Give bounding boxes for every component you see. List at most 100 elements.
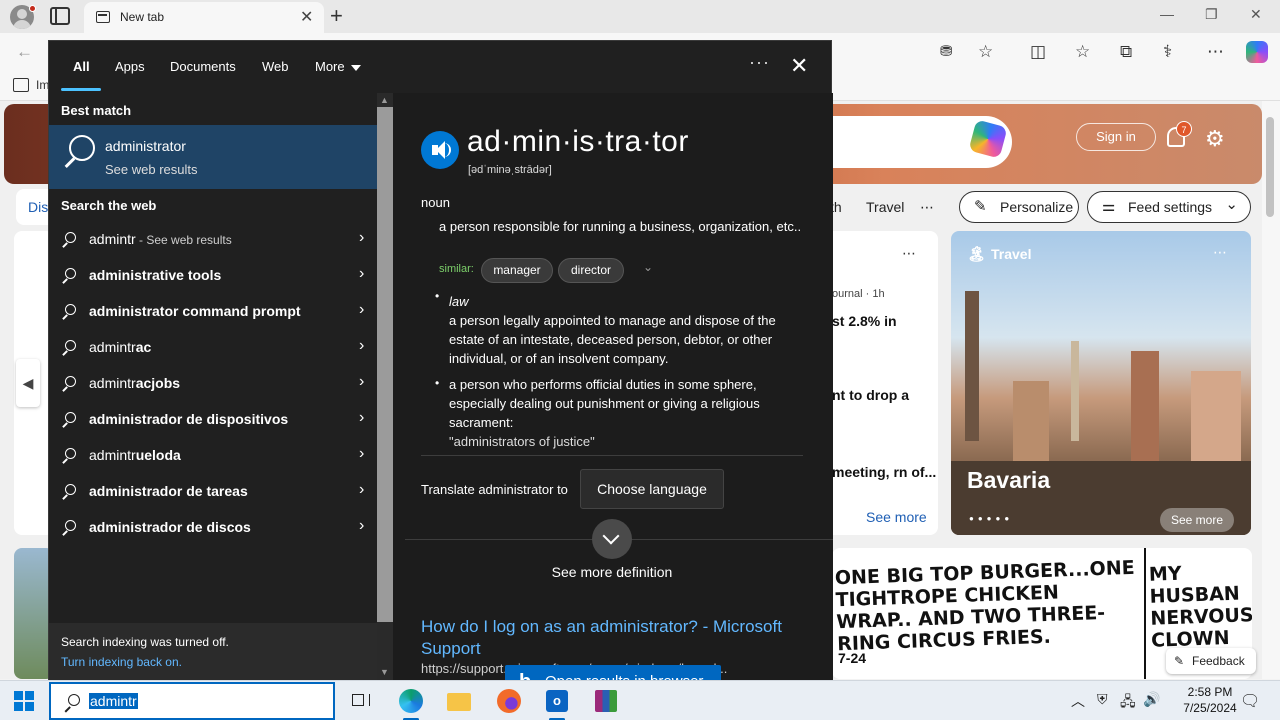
- page-settings-gear-icon[interactable]: ⚙: [1205, 126, 1225, 152]
- tab-new-tab[interactable]: New tab ✕: [84, 2, 324, 33]
- travel-icon: 🏝: [967, 246, 987, 263]
- network-icon[interactable]: 🖧: [1120, 691, 1136, 715]
- close-panel-icon[interactable]: ✕: [790, 53, 808, 79]
- settings-more-icon[interactable]: ⋯: [1207, 42, 1224, 62]
- news-card[interactable]: ⋯ ournal · 1h st 2.8% in nt to drop a me…: [826, 231, 938, 535]
- options-more-icon[interactable]: ···: [749, 52, 770, 73]
- split-screen-icon[interactable]: ◫: [1030, 42, 1046, 62]
- similar-word-chip[interactable]: manager: [481, 258, 553, 283]
- web-suggestion-item[interactable]: admintracjobs ›: [49, 365, 377, 401]
- news-see-more-link[interactable]: See more: [866, 509, 927, 525]
- feedback-button[interactable]: ✎ Feedback: [1166, 648, 1256, 674]
- firefox-icon[interactable]: [493, 685, 525, 717]
- clock-time: 2:58 PM: [1187, 685, 1233, 699]
- notification-center-icon[interactable]: 🗨: [1240, 691, 1260, 711]
- web-suggestion-item[interactable]: administrator command prompt ›: [49, 293, 377, 329]
- chevron-right-icon: ›: [359, 265, 365, 282]
- suggestion-typed: admintr: [89, 447, 136, 463]
- results-scrollbar-thumb[interactable]: [377, 107, 393, 622]
- tab-documents[interactable]: Documents: [170, 59, 236, 74]
- tracking-icon[interactable]: ⛃: [940, 42, 953, 60]
- news-headline[interactable]: meeting, rn of...: [832, 462, 938, 482]
- personalize-button[interactable]: ✎ Personalize: [959, 191, 1079, 223]
- new-tab-page-icon: [96, 11, 110, 23]
- nav-more-icon[interactable]: ⋯: [920, 199, 935, 216]
- see-more-definition-link[interactable]: See more definition: [393, 564, 831, 580]
- restore-icon[interactable]: ❐: [1205, 6, 1218, 23]
- windows-start-icon[interactable]: [14, 691, 34, 711]
- web-suggestion-item[interactable]: admintrac ›: [49, 329, 377, 365]
- expand-definition-icon[interactable]: [592, 519, 632, 559]
- main-definition: a person responsible for running a busin…: [439, 219, 802, 234]
- close-tab-icon[interactable]: ✕: [300, 7, 313, 27]
- extensions-icon[interactable]: ⚕: [1163, 42, 1172, 62]
- back-icon[interactable]: ←: [16, 42, 33, 62]
- travel-place-title[interactable]: Bavaria: [967, 467, 1050, 494]
- tab-web[interactable]: Web: [262, 59, 289, 74]
- choose-language-button[interactable]: Choose language: [580, 469, 724, 509]
- search-icon: [61, 412, 76, 426]
- task-view-icon[interactable]: [344, 685, 376, 717]
- tab-actions-icon[interactable]: [50, 7, 70, 25]
- web-result-title-link[interactable]: How do I log on as an administrator? - M…: [421, 616, 821, 660]
- suggestion-completion: ac: [135, 339, 152, 355]
- expand-similar-icon[interactable]: ⌄: [643, 260, 653, 274]
- web-suggestion-item[interactable]: administrador de discos ›: [49, 509, 377, 545]
- travel-card[interactable]: 🏝 Travel ⋯ Bavaria ●●●●● See more: [951, 231, 1251, 535]
- favorites-icon[interactable]: ☆: [1075, 42, 1090, 62]
- column-monument: [1071, 341, 1079, 441]
- show-hidden-icons-chevron-icon[interactable]: ︿: [1071, 691, 1085, 711]
- file-explorer-icon[interactable]: [443, 685, 475, 717]
- feedback-label: Feedback: [1192, 654, 1245, 668]
- building: [1013, 381, 1049, 461]
- taskbar-search-input[interactable]: admintr: [49, 682, 335, 720]
- edit-icon: ✎: [974, 198, 987, 215]
- clock[interactable]: 2:58 PM 7/25/2024: [1172, 684, 1248, 716]
- outlook-icon[interactable]: o: [541, 685, 573, 720]
- web-suggestion-item[interactable]: admintr - See web results ›: [49, 221, 377, 257]
- winrar-icon[interactable]: [590, 685, 622, 717]
- news-headline[interactable]: nt to drop a: [832, 387, 909, 403]
- web-suggestion-item[interactable]: administrador de dispositivos ›: [49, 401, 377, 437]
- minimize-icon[interactable]: —: [1160, 6, 1174, 22]
- similar-word-chip[interactable]: director: [558, 258, 624, 283]
- favorite-star-icon[interactable]: ☆: [978, 42, 993, 62]
- pronounce-speaker-icon[interactable]: [421, 131, 459, 169]
- card-more-icon[interactable]: ⋯: [902, 245, 917, 262]
- suggestion-typed: admintr: [89, 231, 136, 247]
- sense-definition: law a person legally appointed to manage…: [449, 292, 809, 368]
- copilot-icon[interactable]: [1246, 41, 1268, 63]
- card-more-icon[interactable]: ⋯: [1213, 244, 1228, 261]
- tab-all[interactable]: All: [73, 59, 90, 74]
- volume-icon[interactable]: 🔊: [1143, 691, 1160, 708]
- window-close-icon[interactable]: ✕: [1250, 6, 1262, 23]
- nav-item-travel[interactable]: Travel: [866, 199, 904, 215]
- feed-settings-button[interactable]: ⚌ Feed settings ⌄: [1087, 191, 1251, 223]
- web-suggestion-item[interactable]: administrative tools ›: [49, 257, 377, 293]
- web-suggestion-item[interactable]: admintrueloda ›: [49, 437, 377, 473]
- edge-app-icon[interactable]: [395, 685, 427, 720]
- outlook-logo: o: [546, 690, 568, 712]
- chevron-right-icon: ›: [359, 409, 365, 426]
- scroll-down-icon[interactable]: ▼: [380, 667, 389, 677]
- new-tab-button[interactable]: +: [330, 3, 343, 29]
- scroll-up-icon[interactable]: ▲: [380, 95, 389, 105]
- results-scrollbar[interactable]: ▲ ▼: [377, 93, 393, 681]
- chevron-right-icon: ›: [359, 373, 365, 390]
- carousel-prev-icon[interactable]: ◀: [16, 359, 40, 407]
- news-headline[interactable]: st 2.8% in: [832, 313, 897, 329]
- web-suggestion-item[interactable]: administrador de tareas ›: [49, 473, 377, 509]
- part-of-speech: noun: [421, 195, 450, 210]
- sign-in-button[interactable]: Sign in: [1076, 123, 1156, 151]
- security-icon[interactable]: ⛨: [1097, 691, 1108, 708]
- search-query-text[interactable]: admintr: [89, 693, 138, 709]
- collections-icon[interactable]: ⧉: [1120, 42, 1132, 62]
- travel-see-more-button[interactable]: See more: [1160, 508, 1234, 532]
- tab-more[interactable]: More: [315, 59, 361, 74]
- page-scrollbar-thumb[interactable]: [1266, 117, 1274, 217]
- best-match-item[interactable]: administrator See web results: [49, 125, 377, 189]
- tab-apps[interactable]: Apps: [115, 59, 145, 74]
- similar-label: similar:: [439, 263, 474, 275]
- turn-indexing-on-link[interactable]: Turn indexing back on.: [61, 655, 182, 669]
- page-scrollbar[interactable]: [1262, 101, 1280, 679]
